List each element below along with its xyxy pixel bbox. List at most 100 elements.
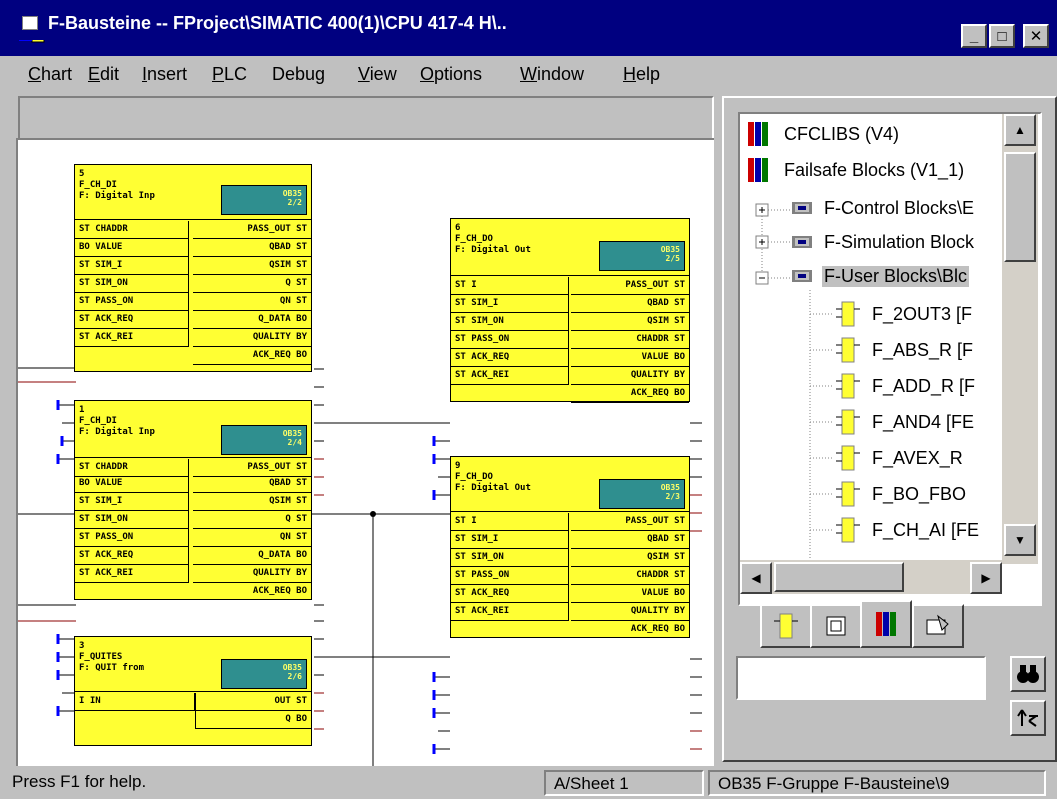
search-input[interactable] — [736, 656, 986, 700]
input-pin[interactable]: ST CHADDR — [75, 221, 189, 239]
output-pin[interactable]: QSIM ST — [193, 493, 311, 511]
input-pin[interactable]: ST ACK_REI — [451, 603, 569, 621]
output-pin[interactable]: QUALITY BY — [193, 565, 311, 583]
input-pin[interactable]: ST PASS_ON — [451, 331, 569, 349]
output-pin[interactable]: CHADDR ST — [571, 331, 689, 349]
output-pin[interactable]: PASS_OUT ST — [193, 221, 311, 239]
output-pin[interactable]: QSIM ST — [571, 549, 689, 567]
input-pin[interactable]: ST ACK_REQ — [75, 311, 189, 329]
scroll-down-button[interactable]: ▼ — [1004, 524, 1036, 556]
tree-item-cfclibs[interactable]: CFCLIBS (V4) — [746, 120, 899, 153]
menu-insert[interactable]: Insert — [142, 64, 187, 85]
menu-plc[interactable]: PLC — [212, 64, 247, 85]
menu-edit[interactable]: Edit — [88, 64, 119, 85]
menu-debug[interactable]: Debug — [272, 64, 325, 85]
output-pin[interactable]: QN ST — [193, 529, 311, 547]
scroll-thumb[interactable] — [1004, 152, 1036, 262]
input-pin[interactable]: ST SIM_ON — [451, 313, 569, 331]
input-pin[interactable]: ST ACK_REQ — [451, 585, 569, 603]
tab-blocks[interactable] — [760, 604, 812, 648]
output-pin[interactable]: PASS_OUT ST — [571, 277, 689, 295]
sort-button[interactable] — [1010, 700, 1046, 736]
function-block-f-ch-di-1[interactable]: 1 F_CH_DI F: Digital Inp OB35 2/4 ST CHA… — [74, 400, 312, 600]
scroll-left-button[interactable]: ◀ — [740, 562, 772, 594]
function-block-f-ch-do-9[interactable]: 9 F_CH_DO F: Digital Out OB35 2/3 ST I S… — [450, 456, 690, 638]
output-pin[interactable]: QBAD ST — [193, 239, 311, 257]
output-pin[interactable]: Q BO — [195, 711, 311, 729]
input-pin[interactable]: ST ACK_REI — [451, 367, 569, 385]
menu-chart[interactable]: Chart — [28, 64, 72, 85]
tree-item-block[interactable]: F_AND4 [FE — [836, 408, 974, 441]
menu-window[interactable]: Window — [520, 64, 584, 85]
output-pin[interactable]: QN ST — [193, 293, 311, 311]
output-pin[interactable]: ACK_REQ BO — [571, 621, 689, 639]
output-pin[interactable]: CHADDR ST — [571, 567, 689, 585]
output-pin[interactable]: ACK_REQ BO — [193, 347, 311, 365]
output-pin[interactable]: ACK_REQ BO — [571, 385, 689, 403]
output-pin[interactable]: VALUE BO — [571, 349, 689, 367]
tab-libraries[interactable] — [860, 600, 912, 648]
scroll-right-button[interactable]: ▶ — [970, 562, 1002, 594]
menu-view[interactable]: View — [358, 64, 397, 85]
tree-item-block[interactable]: F_BO_FBO — [836, 480, 966, 513]
scroll-up-button[interactable]: ▲ — [1004, 114, 1036, 146]
output-pin[interactable]: Q_DATA BO — [193, 311, 311, 329]
tab-unplaced[interactable] — [912, 604, 964, 648]
input-pin[interactable]: ST SIM_ON — [75, 275, 189, 293]
menu-help[interactable]: Help — [623, 64, 660, 85]
scroll-thumb-horizontal[interactable] — [774, 562, 904, 592]
output-pin[interactable]: QUALITY BY — [571, 367, 689, 385]
maximize-button[interactable]: □ — [989, 24, 1015, 48]
output-pin[interactable]: Q_DATA BO — [193, 547, 311, 565]
input-pin[interactable]: ST SIM_I — [451, 295, 569, 313]
input-pin[interactable]: ST SIM_I — [75, 493, 189, 511]
input-pin[interactable]: ST SIM_ON — [451, 549, 569, 567]
input-pin[interactable]: ST ACK_REQ — [75, 547, 189, 565]
output-pin[interactable]: OUT ST — [195, 693, 311, 711]
close-button[interactable]: ✕ — [1023, 24, 1049, 48]
output-pin[interactable]: QUALITY BY — [193, 329, 311, 347]
function-block-f-ch-di-5[interactable]: 5 F_CH_DI F: Digital Inp OB35 2/2 ST CHA… — [74, 164, 312, 372]
output-pin[interactable]: VALUE BO — [571, 585, 689, 603]
output-pin[interactable]: Q ST — [193, 275, 311, 293]
input-pin[interactable]: ST SIM_I — [451, 531, 569, 549]
output-pin[interactable]: PASS_OUT ST — [571, 513, 689, 531]
output-pin[interactable]: QBAD ST — [571, 295, 689, 313]
input-pin[interactable]: ST ACK_REI — [75, 565, 189, 583]
function-block-f-ch-do-6[interactable]: 6 F_CH_DO F: Digital Out OB35 2/5 ST I S… — [450, 218, 690, 403]
tree-item-f-user-blocks[interactable]: F-User Blocks\Blc — [790, 264, 970, 293]
tree-item-block[interactable]: F_ADD_R [F — [836, 372, 975, 405]
tree-item-block[interactable]: F_ABS_R [F — [836, 336, 973, 369]
input-pin[interactable]: ST PASS_ON — [75, 529, 189, 547]
tree-item-block[interactable]: F_CH_AI [FE — [836, 516, 979, 549]
tree-item-f-simulation-blocks[interactable]: F-Simulation Block — [790, 230, 974, 259]
output-pin[interactable]: QSIM ST — [193, 257, 311, 275]
function-block-f-quites-3[interactable]: 3 F_QUITES F: QUIT from OB35 2/6 I IN OU… — [74, 636, 312, 746]
menu-options[interactable]: Options — [420, 64, 482, 85]
input-pin[interactable]: I IN — [75, 693, 195, 711]
input-pin[interactable]: ST PASS_ON — [75, 293, 189, 311]
find-button[interactable] — [1010, 656, 1046, 692]
minimize-button[interactable]: _ — [961, 24, 987, 48]
library-tree[interactable]: CFCLIBS (V4) Failsafe Blocks (V1_1) F-Co… — [738, 112, 1042, 606]
input-pin[interactable]: ST ACK_REI — [75, 329, 189, 347]
chart-window-titlebar[interactable]: F-Bausteine -- FProject\SIMATIC 400(1)\C… — [14, 8, 714, 40]
input-pin[interactable]: ST PASS_ON — [451, 567, 569, 585]
tree-item-failsafe-blocks[interactable]: Failsafe Blocks (V1_1) — [746, 156, 964, 189]
output-pin[interactable]: Q ST — [193, 511, 311, 529]
tree-vertical-scrollbar[interactable]: ▲ ▼ — [1002, 114, 1038, 564]
input-pin[interactable]: ST ACK_REQ — [451, 349, 569, 367]
input-pin[interactable]: ST SIM_ON — [75, 511, 189, 529]
tab-charts[interactable] — [810, 604, 862, 648]
output-pin[interactable]: QSIM ST — [571, 313, 689, 331]
input-pin[interactable]: ST I — [451, 277, 569, 295]
output-pin[interactable]: QUALITY BY — [571, 603, 689, 621]
input-pin[interactable]: BO VALUE — [75, 239, 189, 257]
input-pin[interactable]: ST I — [451, 513, 569, 531]
tree-item-block[interactable]: F_AVEX_R — [836, 444, 963, 477]
tree-horizontal-scrollbar[interactable]: ◀ ▶ — [740, 560, 1002, 594]
tree-item-block[interactable]: F_2OUT3 [F — [836, 300, 972, 333]
output-pin[interactable]: QBAD ST — [193, 475, 311, 493]
input-pin[interactable]: ST SIM_I — [75, 257, 189, 275]
input-pin[interactable]: BO VALUE — [75, 475, 189, 493]
